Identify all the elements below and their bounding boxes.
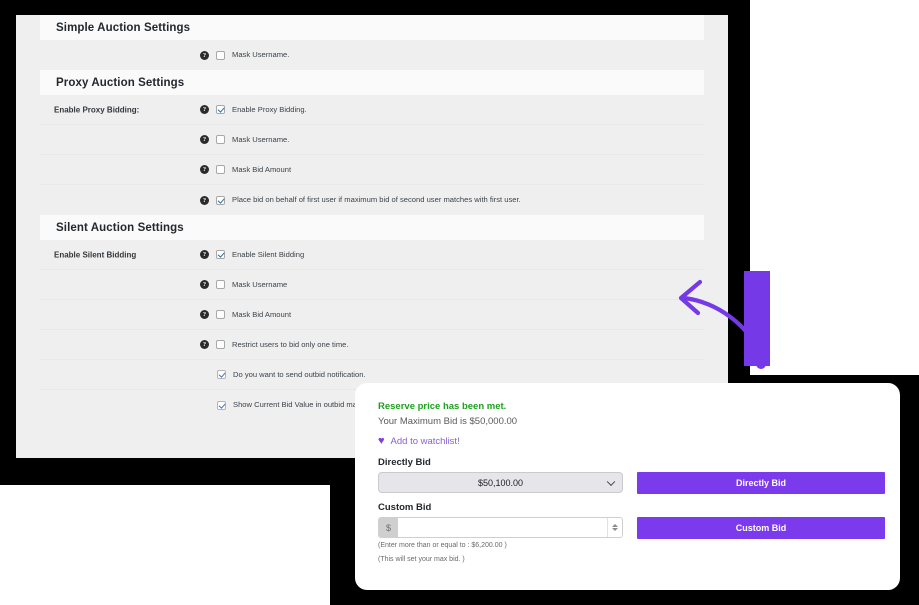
settings-checkbox-label: Mask Username. [232, 50, 290, 59]
help-icon[interactable]: ? [200, 105, 209, 114]
settings-row-control: ? Enable Proxy Bidding. [200, 105, 307, 115]
chevron-down-icon [606, 477, 616, 486]
settings-row: ? Mask Username. [40, 40, 704, 70]
bid-card: Reserve price has been met. Your Maximum… [355, 383, 900, 590]
help-icon[interactable]: ? [200, 165, 209, 174]
help-icon[interactable]: ? [200, 50, 209, 60]
settings-checkbox-label: Mask Bid Amount [232, 164, 292, 174]
section-header: Simple Auction Settings [40, 15, 704, 40]
settings-checkbox-label: Enable Proxy Bidding. [232, 104, 307, 114]
settings-checkbox[interactable] [216, 280, 225, 289]
custom-bid-max-hint: (This will set your max bid. ) [378, 556, 465, 563]
section-header: Proxy Auction Settings [40, 70, 704, 95]
custom-bid-input[interactable] [398, 518, 607, 537]
directly-bid-select-wrap: $50,100.00 [378, 472, 623, 493]
directly-bid-select[interactable]: $50,100.00 [378, 472, 623, 493]
settings-checkbox[interactable] [216, 135, 225, 144]
settings-row: ? Place bid on behalf of first user if ma… [40, 185, 704, 215]
settings-row-control: ? Mask Bid Amount [200, 310, 291, 320]
stepper-down-icon[interactable] [612, 528, 618, 531]
settings-row: ? Mask Bid Amount [40, 155, 704, 185]
section-header-title: Simple Auction Settings [56, 21, 191, 34]
settings-checkbox[interactable] [216, 250, 225, 259]
custom-bid-min-hint: (Enter more than or equal to : $6,200.00… [378, 542, 507, 549]
settings-row-control: ? Mask Username. [200, 50, 289, 60]
custom-bid-button[interactable]: Custom Bid [637, 517, 885, 539]
number-stepper[interactable] [607, 518, 622, 537]
custom-bid-label: Custom Bid [378, 502, 432, 513]
help-icon[interactable]: ? [200, 310, 209, 319]
settings-checkbox-label: Mask Username [232, 279, 288, 289]
settings-row: Enable Proxy Bidding:? Enable Proxy Biddi… [40, 95, 704, 125]
help-icon[interactable]: ? [200, 135, 209, 144]
settings-row: Enable Silent Bidding? Enable Silent Bidd… [40, 240, 704, 270]
directly-bid-row: $50,100.00 Directly Bid [378, 472, 885, 494]
custom-bid-input-group[interactable]: $ [378, 517, 623, 538]
help-icon[interactable]: ? [200, 195, 209, 205]
heart-icon: ♥ [378, 435, 385, 447]
settings-checkbox-label: Enable Silent Bidding [232, 249, 305, 259]
settings-row-label: Enable Silent Bidding [54, 250, 137, 259]
your-maximum-bid-text: Your Maximum Bid is $50,000.00 [378, 416, 518, 427]
settings-row-control: Do you want to send outbid notification. [217, 370, 366, 380]
settings-checkbox-label: Show Current Bid Value in outbid mail. [233, 400, 363, 409]
section-header: Silent Auction Settings [40, 215, 704, 240]
settings-row-control: ? Mask Username [200, 280, 287, 290]
help-icon[interactable]: ? [200, 250, 209, 259]
section-header-title: Silent Auction Settings [56, 221, 184, 234]
directly-bid-label: Directly Bid [378, 457, 431, 468]
settings-row-control: ? Mask Username. [200, 135, 289, 145]
directly-bid-button-col: Directly Bid [637, 472, 885, 494]
currency-prefix-icon: $ [379, 518, 398, 537]
stepper-up-icon[interactable] [612, 524, 618, 527]
help-icon[interactable]: ? [200, 280, 209, 289]
settings-row: ? Mask Username [40, 270, 704, 300]
settings-row-control: ? Mask Bid Amount [200, 165, 291, 175]
settings-checkbox[interactable] [217, 400, 226, 410]
directly-bid-button[interactable]: Directly Bid [637, 472, 885, 494]
settings-checkbox[interactable] [216, 195, 225, 205]
settings-checkbox[interactable] [216, 340, 225, 349]
settings-row-control: ? Place bid on behalf of first user if ma… [200, 195, 521, 205]
settings-checkbox-label: Do you want to send outbid notification. [233, 369, 366, 379]
screenshot-stage: Simple Auction Settings? Mask Username. Pr… [0, 0, 919, 605]
custom-bid-button-col: Custom Bid [637, 517, 885, 539]
settings-checkbox-label: Mask Bid Amount [232, 309, 292, 319]
custom-bid-row: $ (Enter more than or equal to : $6,200.… [378, 517, 885, 563]
section-header-title: Proxy Auction Settings [56, 76, 185, 89]
settings-checkbox[interactable] [216, 165, 225, 174]
settings-checkbox-label: Place bid on behalf of first user if max… [232, 195, 521, 204]
settings-checkbox-label: Restrict users to bid only one time. [232, 339, 349, 349]
settings-row-control: Show Current Bid Value in outbid mail. [217, 400, 362, 410]
settings-row-control: ? Enable Silent Bidding [200, 250, 304, 260]
settings-row-control: ? Restrict users to bid only one time. [200, 340, 349, 350]
settings-checkbox[interactable] [216, 105, 225, 114]
settings-checkbox[interactable] [217, 370, 226, 379]
settings-row: ? Restrict users to bid only one time. [40, 330, 704, 360]
reserve-price-status: Reserve price has been met. [378, 401, 507, 412]
accent-bar-foot-shape [756, 352, 766, 369]
help-icon[interactable]: ? [200, 340, 209, 349]
settings-checkbox[interactable] [216, 50, 225, 60]
settings-row-label: Enable Proxy Bidding: [54, 105, 140, 114]
add-to-watchlist-label: Add to watchlist! [390, 436, 460, 447]
settings-checkbox[interactable] [216, 310, 225, 319]
add-to-watchlist-link[interactable]: ♥ Add to watchlist! [378, 435, 460, 448]
settings-row: ? Mask Bid Amount [40, 300, 704, 330]
settings-checkbox-label: Mask Username. [232, 134, 290, 144]
custom-bid-input-wrap: $ (Enter more than or equal to : $6,200.… [378, 517, 623, 563]
directly-bid-selected-value: $50,100.00 [477, 477, 524, 488]
settings-row: ? Mask Username. [40, 125, 704, 155]
